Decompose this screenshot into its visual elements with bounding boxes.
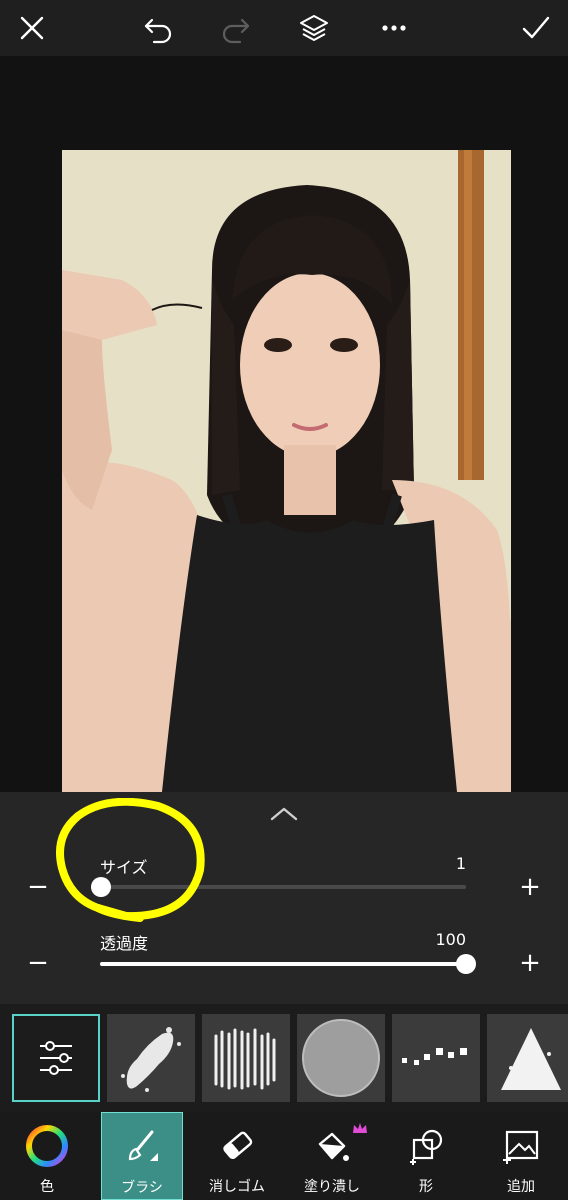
close-icon[interactable]: [10, 6, 54, 50]
tool-fill[interactable]: 塗り潰し: [286, 1112, 378, 1200]
size-slider-track[interactable]: [100, 885, 466, 889]
crown-icon: [353, 1123, 367, 1133]
editor-canvas[interactable]: [0, 56, 568, 792]
tool-shape[interactable]: 形: [386, 1112, 466, 1200]
redo-icon[interactable]: [214, 6, 258, 50]
eraser-icon: [215, 1124, 259, 1168]
brush-presets-strip: [0, 1004, 568, 1112]
layers-icon[interactable]: [292, 6, 336, 50]
brush-settings-panel: サイズ 1 − + 透過度 100 − +: [0, 792, 568, 1004]
size-decrease-button[interactable]: −: [22, 871, 54, 903]
photo-image[interactable]: [62, 150, 511, 792]
tool-color-label: 色: [40, 1179, 54, 1195]
tool-eraser[interactable]: 消しゴム: [194, 1112, 280, 1200]
size-increase-button[interactable]: +: [514, 871, 546, 903]
brush-preset-triangle-spray[interactable]: [487, 1014, 568, 1102]
size-slider-value: 1: [455, 854, 466, 873]
top-toolbar: [0, 0, 568, 56]
brush-preset-scratch[interactable]: [202, 1014, 290, 1102]
brush-preset-splatter[interactable]: [107, 1014, 195, 1102]
opacity-slider-track[interactable]: [100, 962, 466, 966]
opacity-decrease-button[interactable]: −: [22, 947, 54, 979]
opacity-slider-label: 透過度: [100, 934, 149, 953]
undo-icon[interactable]: [136, 6, 180, 50]
more-icon[interactable]: [372, 6, 416, 50]
opacity-slider-value: 100: [435, 930, 466, 949]
opacity-increase-button[interactable]: +: [514, 947, 546, 979]
fill-bucket-icon: [310, 1123, 367, 1168]
tool-add-image-label: 追加: [507, 1179, 535, 1195]
opacity-slider-thumb[interactable]: [456, 954, 476, 974]
tool-add-image[interactable]: 追加: [480, 1112, 562, 1200]
tool-brush[interactable]: ブラシ: [101, 1112, 183, 1200]
size-slider-label: サイズ: [100, 858, 148, 877]
brush-preset-noise-circle[interactable]: [297, 1014, 385, 1102]
bottom-toolbar: 色 ブラシ 消しゴム 塗り潰し 形 追加: [0, 1112, 568, 1200]
brush-icon: [120, 1125, 164, 1169]
color-wheel-icon: [25, 1124, 69, 1168]
tool-brush-label: ブラシ: [121, 1180, 163, 1196]
tool-eraser-label: 消しゴム: [209, 1179, 265, 1195]
add-image-icon: [499, 1124, 543, 1168]
check-icon[interactable]: [514, 6, 558, 50]
tool-color[interactable]: 色: [8, 1112, 86, 1200]
chevron-up-icon[interactable]: [266, 802, 302, 826]
tool-shape-label: 形: [419, 1179, 433, 1195]
sliders-icon: [40, 1041, 72, 1075]
size-slider-thumb[interactable]: [91, 877, 111, 897]
tool-fill-label: 塗り潰し: [304, 1179, 360, 1195]
brush-settings-preset[interactable]: [12, 1014, 100, 1102]
brush-preset-squares[interactable]: [392, 1014, 480, 1102]
shape-icon: [404, 1124, 448, 1168]
